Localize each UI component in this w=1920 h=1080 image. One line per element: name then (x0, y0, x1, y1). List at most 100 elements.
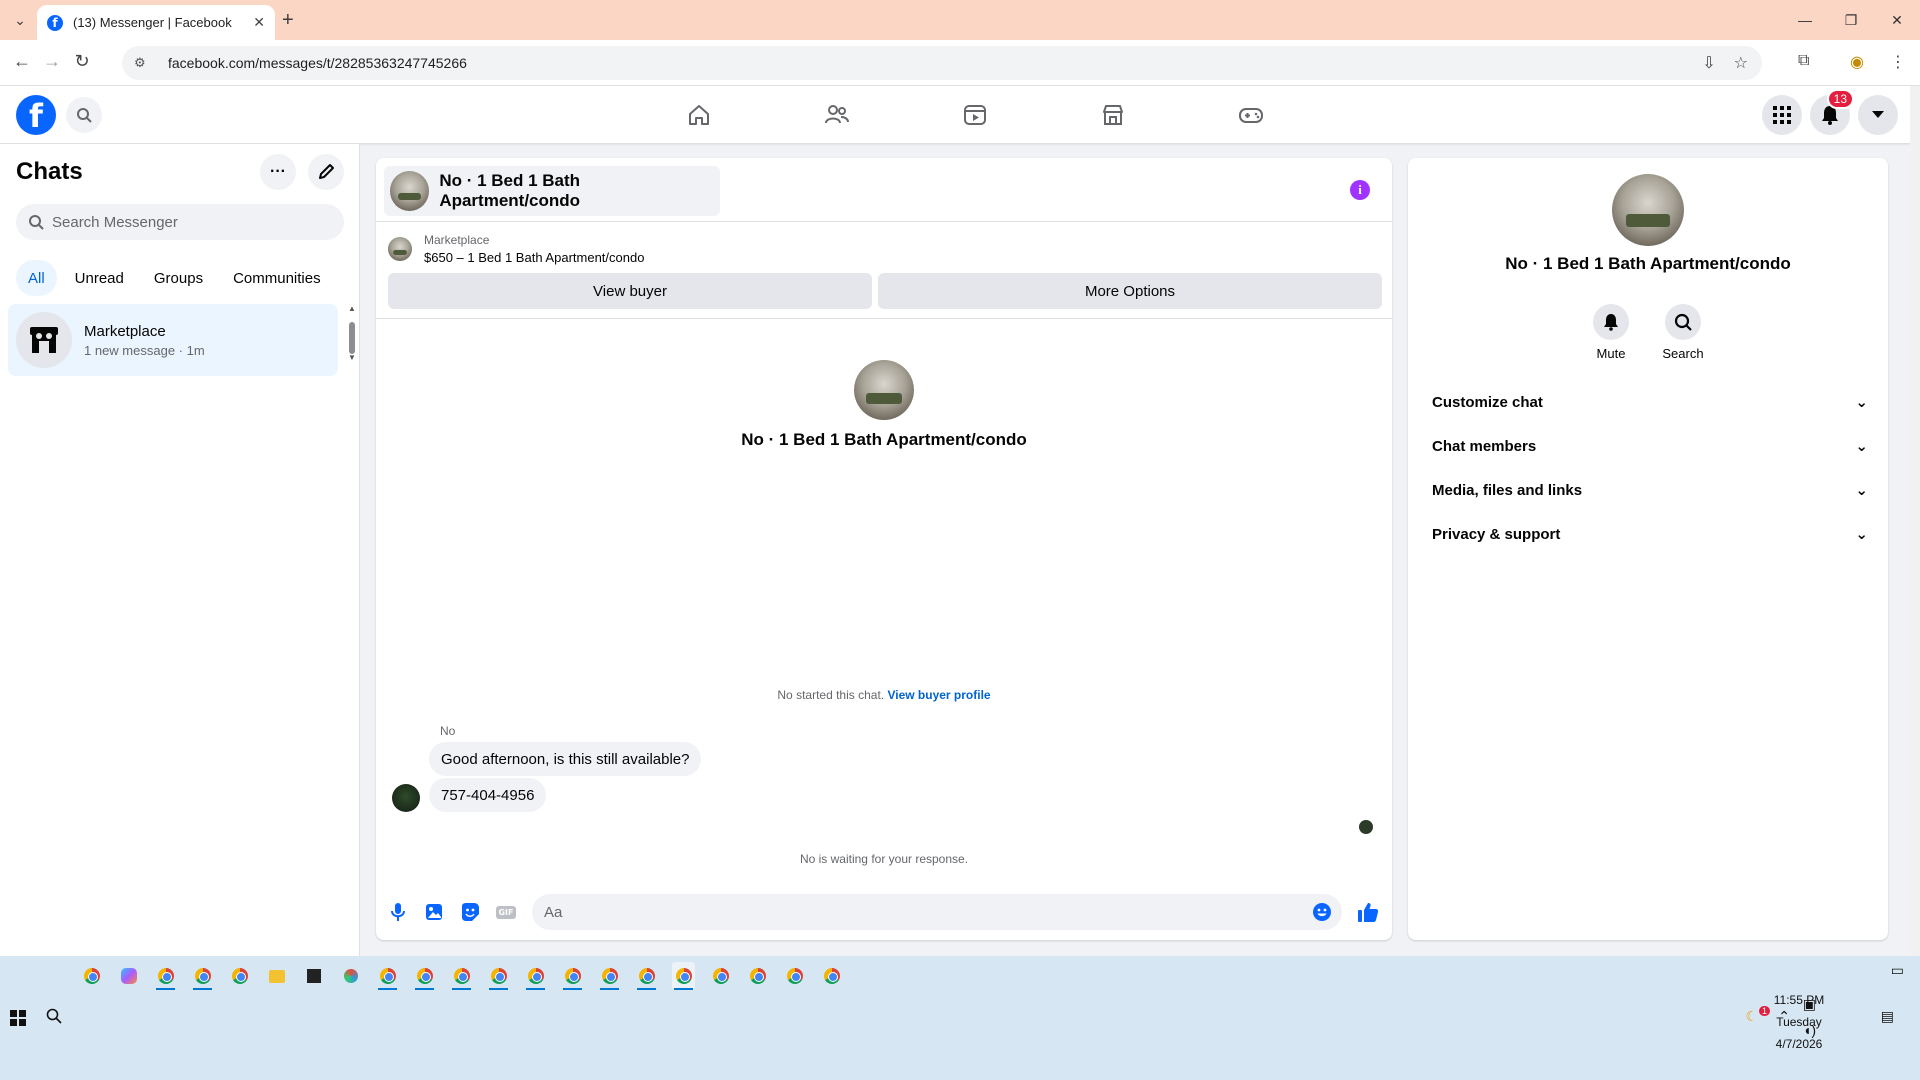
view-buyer-button[interactable]: View buyer (388, 273, 872, 309)
chrome-icon[interactable] (709, 962, 732, 990)
photo-icon[interactable] (424, 902, 444, 922)
notification-center-icon[interactable]: ▤ (1881, 1008, 1894, 1025)
profile-icon[interactable]: ◉ (1850, 52, 1864, 72)
close-tab-icon[interactable]: ✕ (253, 14, 265, 31)
marketplace-icon[interactable] (1044, 86, 1182, 144)
bookmark-star-icon[interactable]: ☆ (1734, 53, 1748, 73)
minimize-icon[interactable]: — (1782, 0, 1828, 40)
weather-moon-icon[interactable]: ☾ (1745, 1008, 1758, 1025)
conversation-info-icon[interactable]: i (1350, 180, 1370, 200)
search-action[interactable]: Search (1653, 304, 1713, 361)
gaming-icon[interactable] (1182, 86, 1320, 144)
friends-icon[interactable] (768, 86, 906, 144)
chrome-icon[interactable] (154, 962, 177, 990)
reload-icon[interactable]: ↻ (70, 51, 94, 72)
emoji-icon[interactable] (1312, 902, 1332, 922)
chrome-icon[interactable] (746, 962, 769, 990)
scroll-up-icon[interactable]: ▲ (348, 304, 356, 313)
facebook-logo-icon[interactable]: f (16, 95, 56, 135)
message-input[interactable] (544, 903, 1304, 921)
copilot-icon[interactable] (117, 962, 140, 990)
sticker-icon[interactable] (460, 902, 480, 922)
browser-menu-icon[interactable]: ⋮ (1890, 52, 1906, 72)
chevron-down-icon: ⌄ (1855, 482, 1868, 499)
menu-grid-icon[interactable] (1762, 95, 1802, 135)
gif-icon[interactable]: GIF (496, 902, 516, 922)
chrome-icon[interactable] (376, 962, 399, 990)
customize-chat-section[interactable]: Customize chat ⌄ (1416, 380, 1880, 424)
scroll-down-icon[interactable]: ▼ (348, 353, 356, 362)
section-label: Media, files and links (1432, 481, 1583, 499)
facebook-favicon-icon: f (47, 14, 63, 31)
filter-groups[interactable]: Groups (142, 260, 215, 296)
search-messenger-input[interactable] (52, 213, 322, 231)
paint-icon[interactable] (339, 962, 362, 990)
message-bubble[interactable]: 757-404-4956 (429, 778, 547, 812)
sender-avatar[interactable] (392, 784, 420, 812)
privacy-support-section[interactable]: Privacy & support ⌄ (1416, 512, 1880, 556)
chrome-icon[interactable] (80, 962, 103, 990)
tray-device-icon[interactable]: ▭ (1891, 962, 1904, 979)
extensions-icon[interactable]: ⧉ (1798, 52, 1809, 70)
chat-item-marketplace[interactable]: Marketplace 1 new message · 1m (8, 304, 338, 376)
media-files-links-section[interactable]: Media, files and links ⌄ (1416, 468, 1880, 512)
notifications-bell-icon[interactable]: 13 (1810, 89, 1854, 135)
chrome-icon[interactable] (598, 962, 621, 990)
home-icon[interactable] (630, 86, 768, 144)
url-text: facebook.com/messages/t/2828536324774526… (168, 55, 467, 71)
new-message-icon[interactable] (308, 154, 344, 190)
right-nav: 13 (1762, 89, 1898, 135)
file-explorer-icon[interactable] (265, 962, 288, 990)
facebook-search-icon[interactable] (66, 97, 102, 133)
taskbar-clock[interactable]: 11:55 PM Tuesday 4/7/2026 (1764, 989, 1834, 1055)
url-bar[interactable]: ⚙ facebook.com/messages/t/28285363247745… (122, 46, 1762, 80)
chrome-icon[interactable] (561, 962, 584, 990)
tab-search-chevron-icon[interactable]: ⌄ (10, 10, 30, 30)
site-info-icon[interactable]: ⚙ (134, 55, 152, 71)
filter-unread[interactable]: Unread (63, 260, 136, 296)
forward-icon[interactable]: → (40, 51, 64, 72)
chrome-icon[interactable] (635, 962, 658, 990)
conversation-title-button[interactable]: No · 1 Bed 1 Bath Apartment/condo (384, 166, 720, 216)
restore-icon[interactable]: ❐ (1828, 0, 1874, 40)
chat-started-note: No started this chat. View buyer profile (376, 688, 1392, 702)
marketplace-store-icon (30, 327, 58, 353)
chrome-icon[interactable] (228, 962, 251, 990)
back-icon[interactable]: ← (10, 51, 34, 72)
close-window-icon[interactable]: ✕ (1874, 0, 1920, 40)
account-chevron-icon[interactable] (1858, 95, 1898, 135)
like-thumbs-up-icon[interactable] (1356, 900, 1380, 924)
chrome-icon[interactable] (487, 962, 510, 990)
new-tab-icon[interactable]: + (282, 9, 294, 32)
chrome-icon[interactable] (524, 962, 547, 990)
message-sender-name: No (440, 724, 456, 738)
info-avatar (1612, 174, 1684, 246)
chrome-icon[interactable] (450, 962, 473, 990)
chat-list-scroll-thumb[interactable] (349, 322, 355, 354)
view-buyer-profile-link[interactable]: View buyer profile (887, 688, 990, 702)
microphone-icon[interactable] (388, 902, 408, 922)
page-scrollbar[interactable] (1910, 86, 1920, 956)
chrome-icon[interactable] (820, 962, 843, 990)
filter-all[interactable]: All (16, 260, 57, 296)
chrome-icon[interactable] (413, 962, 436, 990)
search-messenger-box[interactable] (16, 204, 344, 240)
more-options-button[interactable]: More Options (878, 273, 1382, 309)
terminal-icon[interactable] (302, 962, 325, 990)
mute-action[interactable]: Mute (1581, 304, 1641, 361)
taskbar-search-icon[interactable] (46, 1008, 62, 1029)
chats-more-options-icon[interactable]: ··· (260, 154, 296, 190)
chrome-icon[interactable] (783, 962, 806, 990)
windows-start-icon[interactable] (10, 1010, 26, 1026)
chrome-icon[interactable] (191, 962, 214, 990)
browser-tab[interactable]: f (13) Messenger | Facebook ✕ (37, 5, 275, 40)
message-bubble[interactable]: Good afternoon, is this still available? (429, 742, 702, 776)
chrome-icon-active[interactable] (672, 962, 695, 990)
filter-communities[interactable]: Communities (221, 260, 333, 296)
tab-title: (13) Messenger | Facebook (73, 15, 232, 30)
video-icon[interactable] (906, 86, 1044, 144)
facebook-top-nav: f 13 (0, 86, 1910, 144)
message-input-box[interactable] (532, 894, 1342, 930)
install-app-icon[interactable]: ⇩ (1702, 53, 1715, 73)
chat-members-section[interactable]: Chat members ⌄ (1416, 424, 1880, 468)
